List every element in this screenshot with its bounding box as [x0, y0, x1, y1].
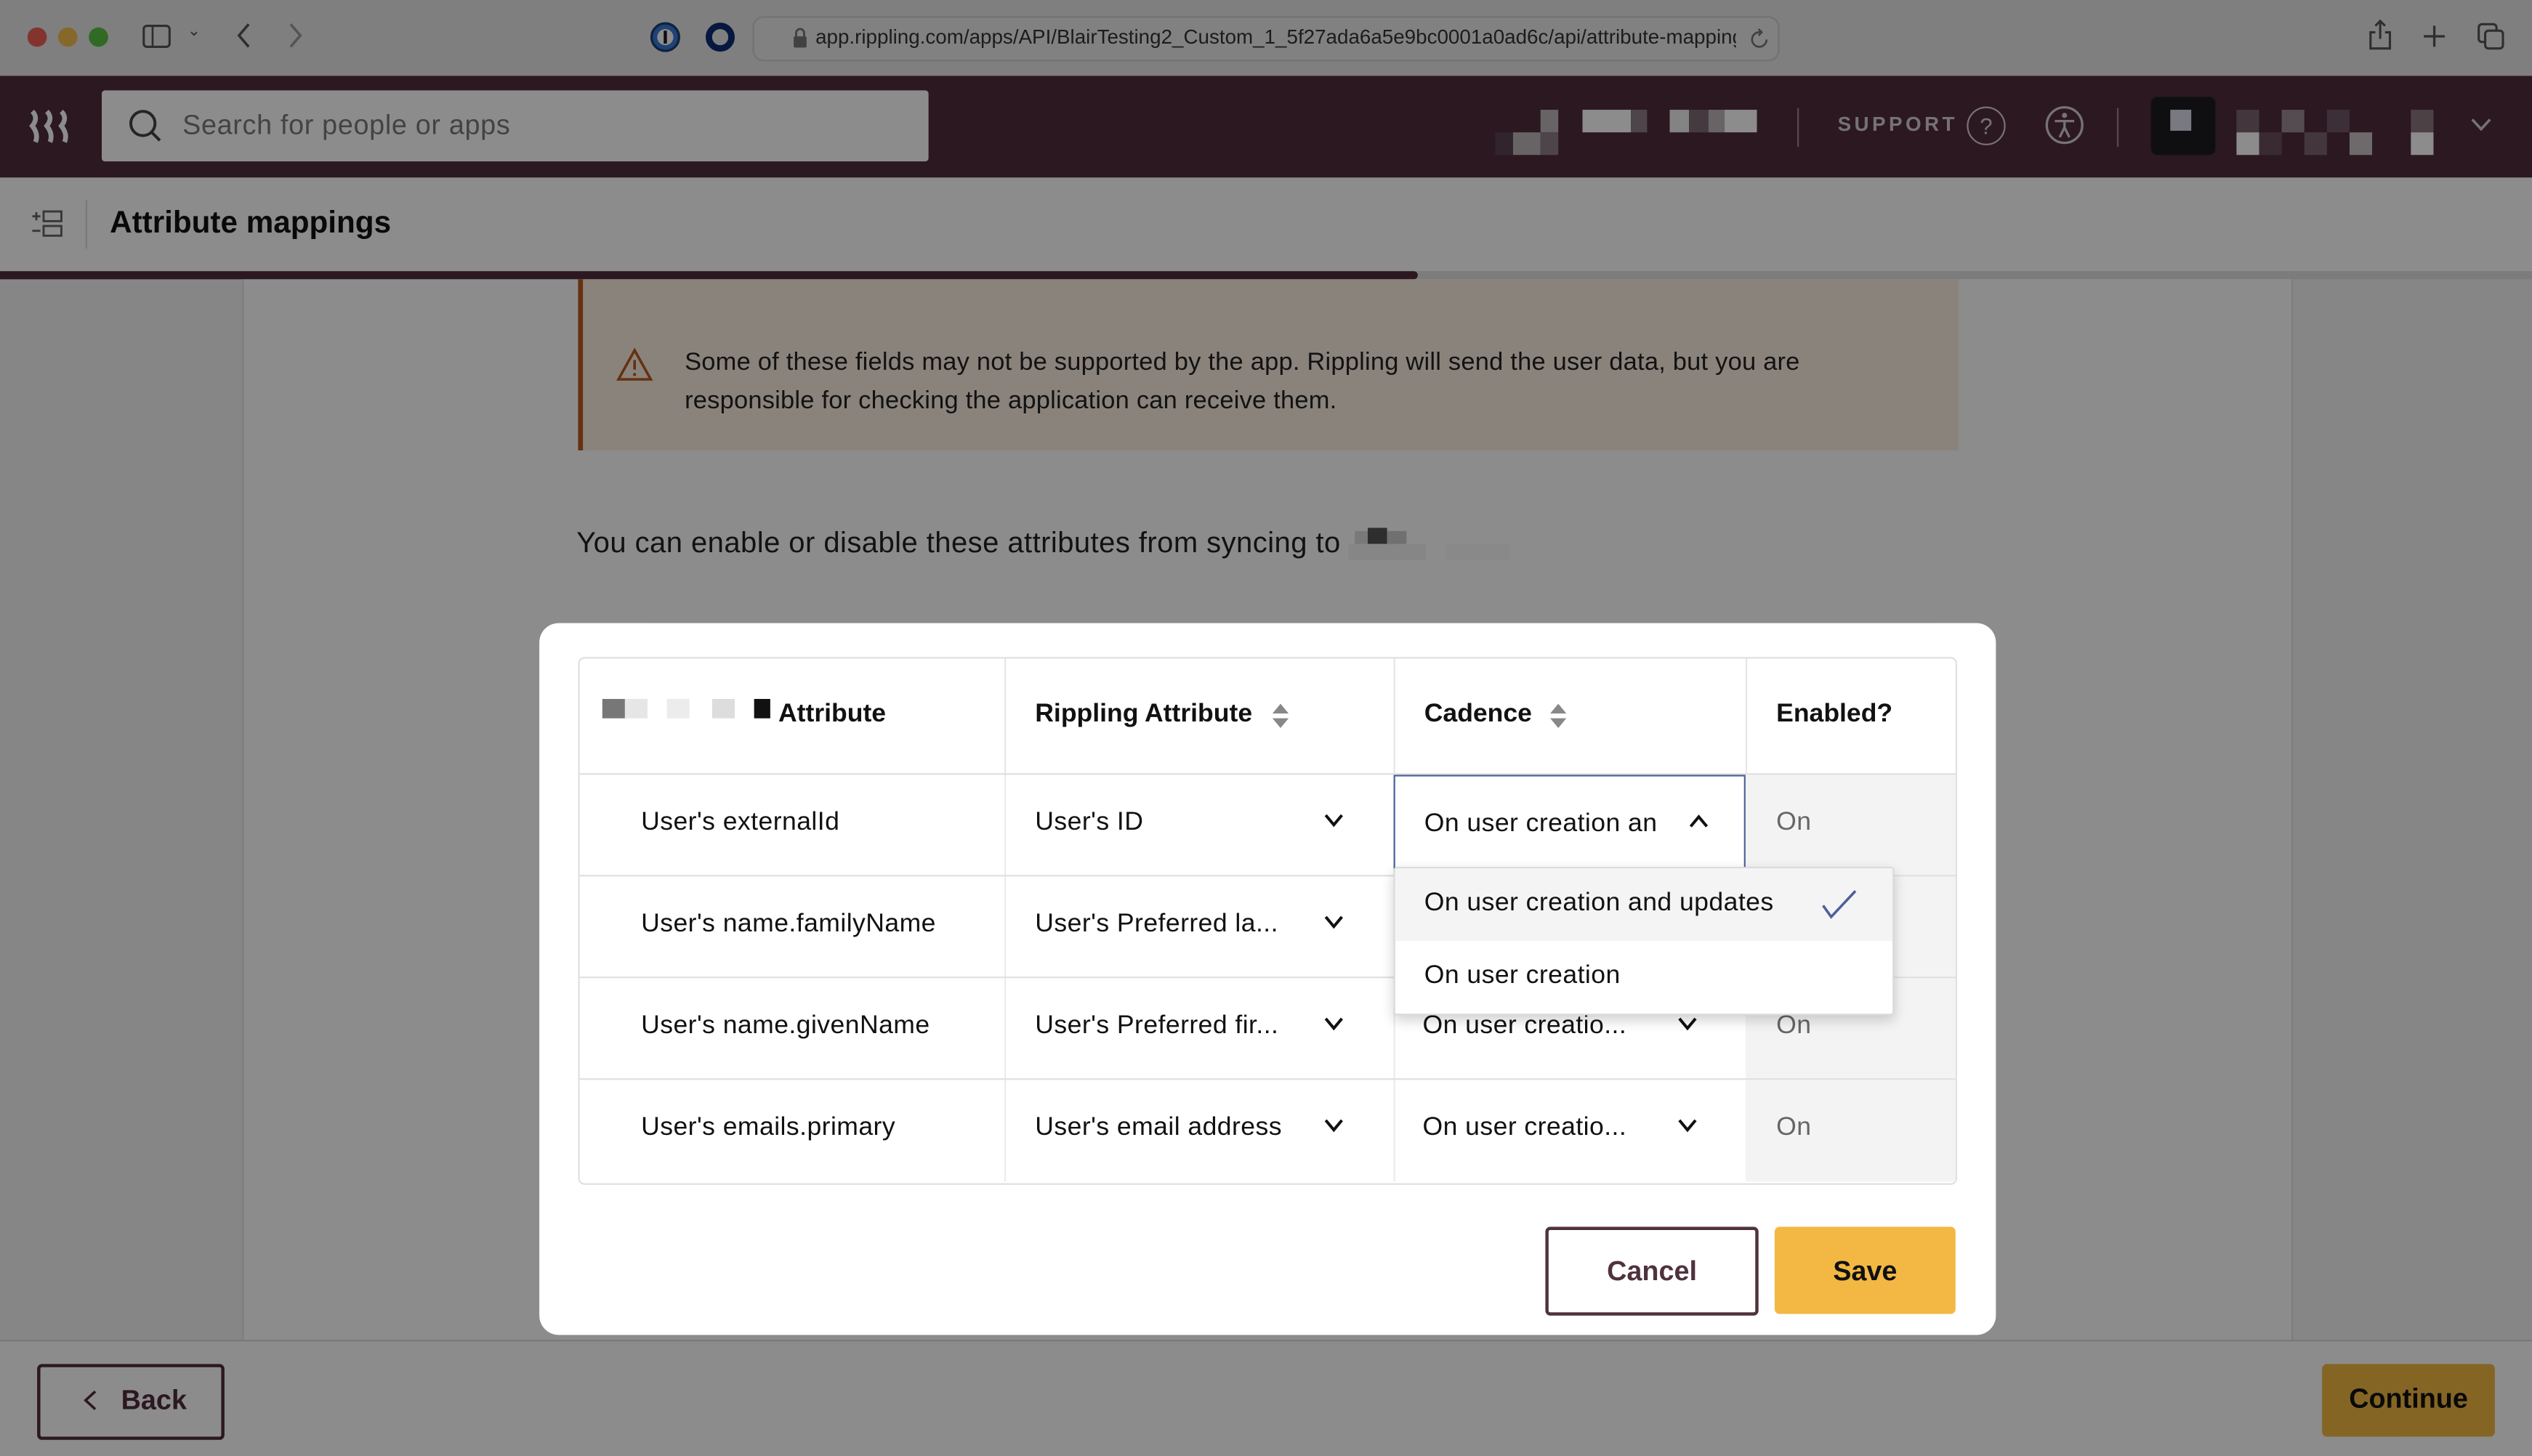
dropdown-option-creation[interactable]: On user creation [1395, 941, 1892, 1014]
dropdown-option-creation-and-updates[interactable]: On user creation and updates [1395, 868, 1893, 942]
enabled-cell[interactable]: On [1745, 1080, 1956, 1182]
checkmark-icon [1822, 890, 1857, 919]
attribute-cell: User's name.givenName [580, 978, 1007, 1080]
rippling-attribute-select[interactable]: User's ID [1004, 774, 1395, 877]
redacted-app-name [602, 699, 770, 725]
rippling-attribute-select[interactable]: User's Preferred la... [1004, 876, 1395, 979]
column-header-label: Rippling Attribute [1035, 700, 1253, 729]
rippling-attribute-value: User's ID [1035, 809, 1144, 836]
column-header-label: Attribute [778, 700, 887, 729]
cadence-value: On user creation an [1424, 810, 1658, 838]
save-label: Save [1833, 1255, 1898, 1287]
attribute-cell: User's emails.primary [580, 1080, 1007, 1182]
attribute-value: User's name.familyName [641, 910, 936, 938]
column-header-label: Enabled? [1776, 700, 1893, 729]
chevron-down-icon [1324, 915, 1343, 929]
cadence-select[interactable]: On user creation an [1393, 774, 1746, 877]
rippling-attribute-value: User's email address [1035, 1113, 1282, 1141]
sort-icon[interactable] [1272, 703, 1289, 729]
option-label: On user creation and updates [1424, 889, 1774, 917]
rippling-attribute-select[interactable]: User's email address [1004, 1080, 1395, 1182]
chevron-down-icon [1324, 1017, 1343, 1031]
option-label: On user creation [1424, 962, 1621, 990]
table-row: User's emails.primary User's email addre… [579, 1078, 1956, 1182]
enabled-value: On [1776, 1012, 1812, 1040]
screen: ⌄ app.rippling.com/apps/API/BlairTesting… [0, 0, 2532, 1456]
attribute-mapping-modal: Attribute Rippling Attribute Cadence Ena… [539, 623, 1996, 1335]
column-header-rippling-attribute[interactable]: Rippling Attribute [1004, 658, 1395, 774]
table-row: User's externalId User's ID On user crea… [579, 773, 1956, 877]
attribute-value: User's externalId [641, 809, 840, 836]
save-button[interactable]: Save [1774, 1226, 1956, 1314]
enabled-value: On [1776, 809, 1812, 836]
rippling-attribute-select[interactable]: User's Preferred fir... [1004, 978, 1395, 1080]
cadence-dropdown-menu: On user creation and updates On user cre… [1393, 867, 1895, 1016]
chevron-up-icon [1689, 814, 1709, 828]
attribute-cell: User's externalId [580, 774, 1007, 877]
chevron-down-icon [1324, 1119, 1343, 1133]
cancel-button[interactable]: Cancel [1545, 1226, 1759, 1316]
enabled-value: On [1776, 1113, 1812, 1141]
column-header-cadence[interactable]: Cadence [1394, 658, 1748, 774]
column-header-enabled: Enabled? [1746, 658, 1956, 773]
cancel-label: Cancel [1607, 1255, 1697, 1287]
rippling-attribute-value: User's Preferred fir... [1035, 1012, 1279, 1040]
cadence-value: On user creatio... [1422, 1113, 1627, 1141]
attribute-cell: User's name.familyName [580, 876, 1007, 979]
cadence-select[interactable]: On user creatio... [1394, 1080, 1748, 1182]
chevron-down-icon [1324, 814, 1343, 828]
chevron-down-icon [1678, 1119, 1697, 1133]
enabled-cell[interactable]: On [1745, 774, 1956, 877]
rippling-attribute-value: User's Preferred la... [1035, 910, 1278, 938]
cadence-value: On user creatio... [1422, 1012, 1627, 1040]
attribute-value: User's name.givenName [641, 1012, 930, 1040]
column-header-attribute: Attribute [580, 658, 1007, 774]
sort-icon[interactable] [1550, 703, 1567, 729]
attribute-value: User's emails.primary [641, 1113, 896, 1141]
column-header-label: Cadence [1424, 700, 1532, 729]
